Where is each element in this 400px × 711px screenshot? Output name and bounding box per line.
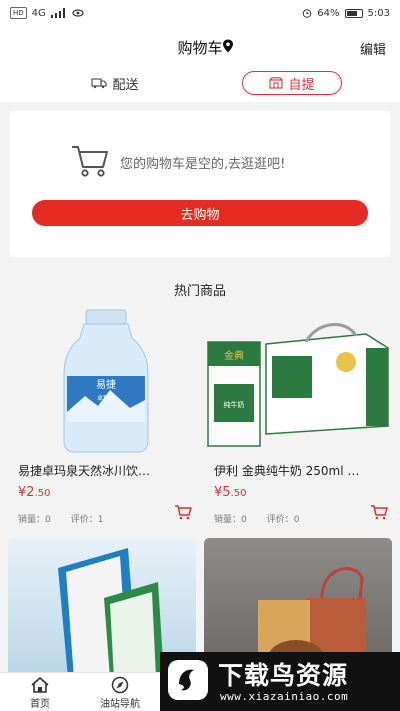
product-sales: 销量：0 — [214, 515, 247, 525]
product-card[interactable]: 易捷 卓玛泉 易捷卓玛泉天然冰川饮… ¥2.50 销量：0 评价：1 — [10, 304, 202, 528]
battery-icon — [344, 8, 363, 18]
home-icon — [31, 677, 49, 693]
delivery-truck-icon — [91, 78, 108, 89]
bird-logo-icon — [168, 660, 208, 700]
alarm-icon — [302, 9, 312, 18]
product-name: 易捷卓玛泉天然冰川饮… — [18, 464, 151, 478]
hot-products-title: 热门商品 — [173, 284, 226, 299]
mode-tabs: 配送 自提 — [0, 66, 400, 102]
price-decimal: .50 — [34, 488, 51, 499]
add-to-cart-icon[interactable] — [174, 504, 192, 520]
empty-cart-message: 您的购物车是空的,去逛逛吧! — [120, 157, 286, 172]
status-bar: HD 4G 64% 5:03 — [0, 0, 400, 26]
header: 购物车 编辑 — [0, 26, 400, 66]
price-integer: 5 — [222, 485, 231, 500]
page-title: 购物车 — [177, 39, 223, 57]
empty-cart-card: 您的购物车是空的,去逛逛吧! 去购物 — [10, 111, 390, 257]
milk-box-image: 金典 纯牛奶 — [206, 304, 398, 454]
tab-pickup-label: 自提 — [288, 77, 315, 93]
edit-button[interactable]: 编辑 — [360, 39, 386, 58]
tab-home[interactable]: 首页 — [0, 676, 80, 711]
add-to-cart-icon[interactable] — [370, 504, 388, 520]
product-rating: 评价：1 — [70, 515, 104, 525]
product-image-sub: 纯牛奶 — [224, 400, 245, 409]
product-image-brand: 金典 — [224, 349, 244, 362]
signal-icon — [50, 8, 65, 18]
product-rating: 评价：0 — [266, 515, 300, 525]
hd-badge: HD — [10, 7, 27, 19]
network-type: 4G — [31, 7, 46, 19]
product-name: 伊利 金典纯牛奶 250ml … — [214, 464, 360, 478]
product-stats: 销量：0 评价：1 — [18, 512, 123, 525]
product-image-brand: 易捷 — [96, 378, 116, 391]
tab-pickup[interactable]: 自提 — [242, 71, 342, 95]
tab-delivery[interactable]: 配送 — [60, 71, 170, 95]
go-shopping-button[interactable]: 去购物 — [32, 200, 368, 226]
product-price: ¥2.50 — [18, 485, 50, 500]
product-stats: 销量：0 评价：0 — [214, 512, 319, 525]
store-icon — [269, 77, 284, 89]
tab-home-label: 首页 — [30, 699, 50, 710]
shopping-cart-icon — [72, 146, 108, 177]
product-sales: 销量：0 — [18, 515, 51, 525]
product-price: ¥5.50 — [214, 485, 246, 500]
location-pin-icon[interactable] — [222, 39, 234, 53]
product-card[interactable]: 金典 纯牛奶 伊利 金典纯牛奶 250ml … ¥5.50 销量：0 评价：0 — [206, 304, 398, 528]
watermark-overlay: 下载鸟资源 www.xiazainiao.com — [160, 652, 400, 711]
compass-icon — [111, 676, 129, 694]
water-bottle-image: 易捷 卓玛泉 — [10, 304, 202, 454]
watermark-url: www.xiazainiao.com — [220, 690, 349, 703]
tab-station-navigation[interactable]: 油站导航 — [80, 676, 160, 711]
tab-delivery-label: 配送 — [112, 77, 139, 93]
tab-station-navigation-label: 油站导航 — [100, 699, 140, 710]
battery-percent: 64% — [317, 7, 340, 19]
product-image-sub: 卓玛泉 — [97, 394, 115, 402]
watermark-title: 下载鸟资源 — [218, 661, 349, 690]
price-decimal: .50 — [230, 488, 247, 499]
price-integer: 2 — [26, 485, 35, 500]
eye-icon — [72, 9, 84, 17]
clock: 5:03 — [367, 7, 390, 19]
